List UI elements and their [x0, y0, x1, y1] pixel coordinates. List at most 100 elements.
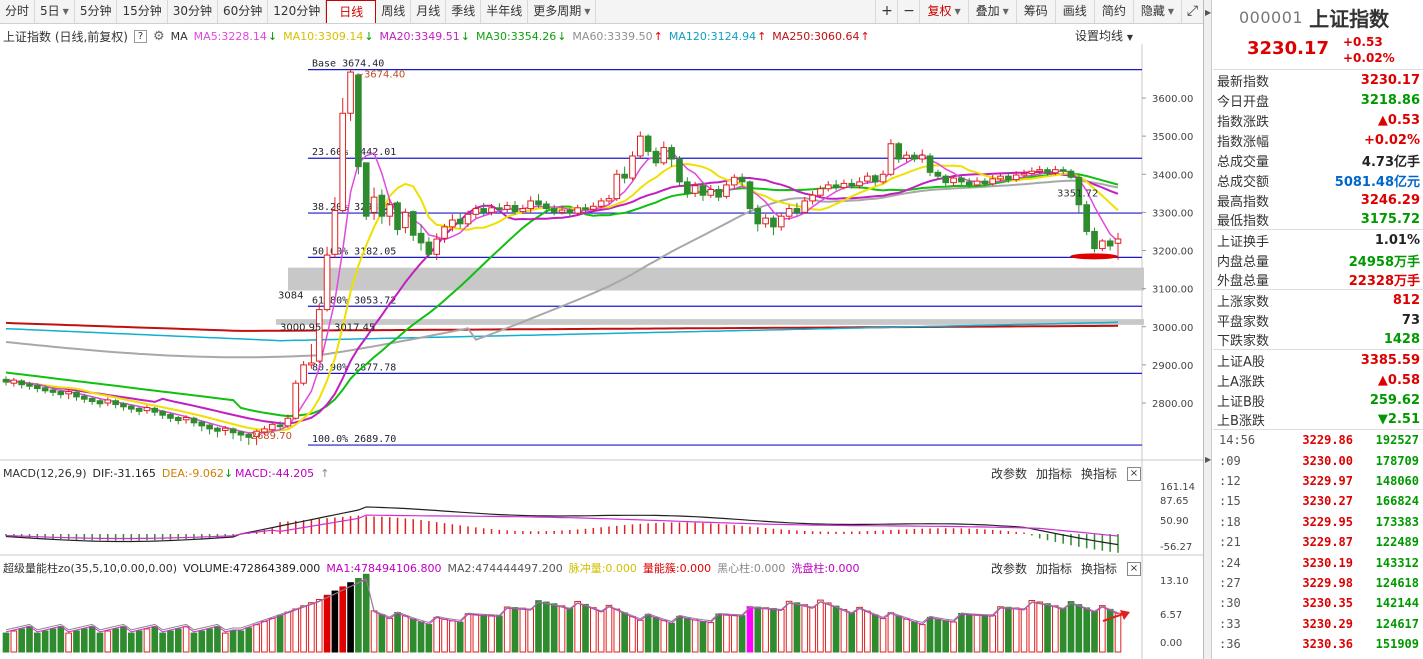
- period-tab-8[interactable]: 周线: [376, 0, 412, 23]
- candle[interactable]: [621, 166, 628, 184]
- candle[interactable]: [339, 98, 347, 213]
- macd-change-params-button[interactable]: 改参数: [991, 465, 1027, 482]
- period-tab-10[interactable]: 季线: [446, 0, 482, 23]
- candle[interactable]: [629, 151, 636, 181]
- candle[interactable]: [973, 177, 981, 187]
- fullscreen-icon[interactable]: ⤢: [1181, 0, 1203, 23]
- candle[interactable]: [292, 380, 300, 420]
- candle[interactable]: [135, 406, 143, 416]
- period-tab-5[interactable]: 60分钟: [218, 0, 269, 23]
- candle[interactable]: [206, 423, 213, 435]
- volume-switch-indicator-button[interactable]: 换指标: [1081, 560, 1117, 577]
- chips-button[interactable]: 筹码: [1015, 0, 1055, 23]
- candle[interactable]: [370, 187, 378, 220]
- macd-close-icon[interactable]: ×: [1127, 467, 1141, 481]
- adjust-button[interactable]: 复权 ▼: [919, 0, 967, 23]
- candle[interactable]: [730, 174, 738, 189]
- candle[interactable]: [394, 200, 401, 236]
- candle[interactable]: [832, 179, 840, 191]
- period-tab-3[interactable]: 15分钟: [117, 0, 168, 23]
- period-tab-6[interactable]: 120分钟: [268, 0, 327, 23]
- candle[interactable]: [903, 151, 910, 163]
- ma-settings-button[interactable]: 设置均线 ▼: [1075, 27, 1133, 44]
- draw-line-button[interactable]: 画线: [1054, 0, 1094, 23]
- period-tab-12[interactable]: 更多周期 ▼: [528, 0, 597, 23]
- candle[interactable]: [355, 74, 362, 175]
- zoom-in-button[interactable]: +: [875, 0, 897, 23]
- candle[interactable]: [636, 131, 644, 159]
- candle[interactable]: [10, 377, 18, 387]
- candle[interactable]: [143, 405, 151, 414]
- help-icon[interactable]: ?: [134, 29, 147, 43]
- candle[interactable]: [456, 212, 464, 229]
- candle[interactable]: [895, 141, 903, 163]
- candle[interactable]: [73, 390, 80, 401]
- candle[interactable]: [715, 185, 722, 201]
- candle[interactable]: [1067, 168, 1075, 179]
- candle[interactable]: [762, 214, 769, 228]
- candle[interactable]: [300, 361, 307, 386]
- candle[interactable]: [120, 402, 127, 411]
- candle[interactable]: [190, 416, 198, 427]
- period-tab-9[interactable]: 月线: [411, 0, 447, 23]
- chart-area[interactable]: Base 3674.40 23.60% 3442.01 38.20% 3298.24…: [0, 24, 1203, 659]
- simple-button[interactable]: 简约: [1093, 0, 1133, 23]
- candle[interactable]: [777, 212, 785, 231]
- candle[interactable]: [723, 181, 730, 199]
- candle[interactable]: [942, 174, 950, 187]
- candle[interactable]: [159, 409, 166, 420]
- volume-change-params-button[interactable]: 改参数: [991, 560, 1027, 577]
- candle[interactable]: [676, 155, 683, 186]
- candle[interactable]: [801, 197, 809, 214]
- hide-button[interactable]: 隐藏 ▼: [1132, 0, 1181, 23]
- candle[interactable]: [879, 170, 887, 185]
- candle[interactable]: [918, 149, 926, 163]
- candle[interactable]: [425, 237, 433, 258]
- panel-collapse-bar[interactable]: ▶ ▶: [1204, 0, 1212, 659]
- candle[interactable]: [151, 406, 159, 416]
- candle[interactable]: [1091, 227, 1098, 253]
- candle[interactable]: [1106, 238, 1114, 251]
- candle[interactable]: [613, 169, 621, 201]
- candle[interactable]: [809, 191, 816, 205]
- expand-arrow-icon[interactable]: ▶: [1205, 455, 1211, 464]
- candle[interactable]: [840, 179, 848, 190]
- candle[interactable]: [112, 399, 119, 409]
- zoom-out-button[interactable]: −: [897, 0, 919, 23]
- collapse-arrow-icon[interactable]: ▶: [1205, 8, 1211, 17]
- period-tab-1[interactable]: 5日 ▼: [35, 0, 75, 23]
- candle[interactable]: [660, 141, 668, 166]
- candle[interactable]: [167, 412, 174, 423]
- candle[interactable]: [104, 397, 112, 407]
- candle[interactable]: [911, 152, 918, 163]
- candle[interactable]: [644, 134, 652, 156]
- candle[interactable]: [887, 139, 895, 177]
- candle[interactable]: [402, 208, 409, 234]
- candle[interactable]: [770, 215, 777, 236]
- period-tab-2[interactable]: 5分钟: [75, 0, 118, 23]
- candle[interactable]: [198, 420, 206, 432]
- candle[interactable]: [127, 404, 135, 413]
- candle[interactable]: [441, 223, 448, 243]
- macd-add-indicator-button[interactable]: 加指标: [1036, 465, 1072, 482]
- period-tab-11[interactable]: 半年线: [481, 0, 529, 23]
- candle[interactable]: [237, 430, 245, 442]
- candle[interactable]: [229, 427, 237, 440]
- period-tab-4[interactable]: 30分钟: [168, 0, 219, 23]
- candle[interactable]: [409, 210, 417, 241]
- volume-close-icon[interactable]: ×: [1127, 562, 1141, 576]
- candle[interactable]: [926, 153, 934, 177]
- gear-icon[interactable]: ⚙: [153, 29, 165, 44]
- period-tab-0[interactable]: 分时: [0, 0, 36, 23]
- candle[interactable]: [2, 376, 10, 386]
- candle[interactable]: [1099, 239, 1106, 252]
- candle[interactable]: [96, 398, 104, 408]
- candle[interactable]: [18, 379, 25, 389]
- candle[interactable]: [174, 415, 182, 425]
- candle[interactable]: [1083, 200, 1090, 236]
- volume-add-indicator-button[interactable]: 加指标: [1036, 560, 1072, 577]
- candle[interactable]: [88, 396, 96, 405]
- candle[interactable]: [378, 189, 386, 224]
- candle[interactable]: [503, 201, 511, 213]
- candle[interactable]: [362, 162, 370, 220]
